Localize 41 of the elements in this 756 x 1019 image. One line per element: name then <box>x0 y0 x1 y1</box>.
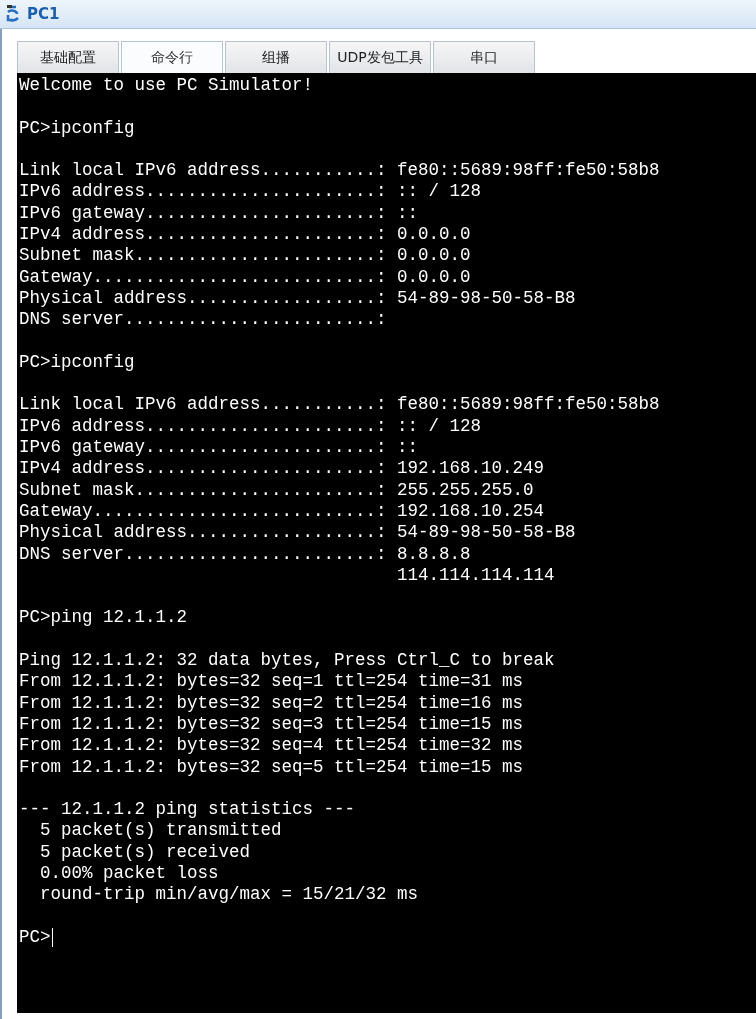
tab[interactable]: 基础配置 <box>17 41 119 73</box>
terminal-line: From 12.1.1.2: bytes=32 seq=3 ttl=254 time=15 ms <box>19 713 524 736</box>
terminal-line: IPv6 address......................: :: / 128 <box>19 415 482 438</box>
tab[interactable]: 组播 <box>225 41 327 73</box>
tab[interactable]: UDP发包工具 <box>329 41 431 73</box>
command-prompt: PC> <box>19 926 51 949</box>
terminal-line: IPv6 gateway......................: :: <box>19 437 419 459</box>
terminal-line: IPv4 address......................: 0.0.0.0 <box>19 224 471 246</box>
terminal-line: 5 packet(s) received <box>39 841 251 863</box>
terminal-line: round-trip min/avg/max = 15/21/32 ms <box>39 884 419 906</box>
terminal-line: Subnet mask.......................: 0.0.0.0 <box>19 245 471 267</box>
terminal-line: IPv6 gateway......................: :: <box>19 202 419 225</box>
terminal-line: Welcome to use PC Simulator! <box>19 75 314 97</box>
terminal-line: Gateway...........................: 192.168.10.254 <box>19 500 545 523</box>
terminal-line: 114.114.114.114 <box>396 564 555 587</box>
terminal-line: Subnet mask.......................: 255.255.255.0 <box>19 479 534 501</box>
terminal-panel[interactable] <box>17 73 756 1013</box>
terminal-line: Gateway...........................: 0.0.0.0 <box>19 266 471 288</box>
terminal-line: Link local IPv6 address...........: fe80::5689:98ff:fe50:58b8 <box>19 394 660 416</box>
terminal-line: 0.00% packet loss <box>39 863 219 885</box>
tab[interactable]: 命令行 <box>121 41 223 73</box>
terminal-line: PC>ping 12.1.1.2 <box>19 607 188 629</box>
terminal-line: From 12.1.1.2: bytes=32 seq=4 ttl=254 time=32 ms <box>19 735 524 757</box>
terminal-line: DNS server........................: 8.8.8.8 <box>19 543 471 565</box>
terminal-line: From 12.1.1.2: bytes=32 seq=5 ttl=254 time=15 ms <box>19 756 524 778</box>
terminal-line: PC>ipconfig <box>19 117 135 139</box>
terminal-line: Link local IPv6 address...........: fe80::5689:98ff:fe50:58b8 <box>19 160 660 182</box>
terminal-line: From 12.1.1.2: bytes=32 seq=2 ttl=254 time=16 ms <box>19 692 524 714</box>
terminal-line: PC>ipconfig <box>19 351 135 374</box>
tab[interactable]: 串口 <box>433 41 535 73</box>
terminal-line: IPv4 address......................: 192.168.10.249 <box>19 458 545 480</box>
terminal-line: Ping 12.1.1.2: 32 data bytes, Press Ctrl_C to break <box>19 650 555 672</box>
terminal-line: 5 packet(s) transmitted <box>39 820 282 842</box>
terminal-line: Physical address..................: 54-89-98-50-58-B8 <box>19 522 576 544</box>
terminal-line: IPv6 address......................: :: / 128 <box>19 181 482 203</box>
terminal-line: From 12.1.1.2: bytes=32 seq=1 ttl=254 time=31 ms <box>19 671 524 693</box>
terminal-line: DNS server........................: <box>19 309 387 331</box>
text-cursor <box>51 927 53 947</box>
window-title: PC1 <box>27 5 60 23</box>
terminal-line: Physical address..................: 54-89-98-50-58-B8 <box>19 287 576 310</box>
terminal-line: --- 12.1.1.2 ping statistics --- <box>19 799 356 821</box>
